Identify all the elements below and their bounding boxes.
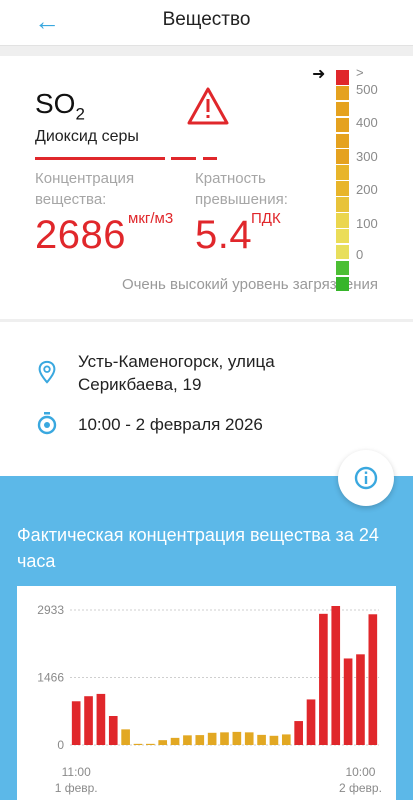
x-tick-label: 10:00 (345, 765, 375, 779)
stopwatch-icon (37, 412, 57, 435)
divider-line (35, 157, 165, 160)
scale-segment (336, 149, 349, 164)
chart-bar (269, 735, 279, 745)
chart-bar (195, 735, 205, 745)
scale-label: 100 (356, 216, 378, 231)
chart-title: Фактическая концентрация вещества за 24 … (17, 525, 379, 571)
chart-section: Фактическая концентрация вещества за 24 … (0, 476, 413, 800)
divider-line (203, 157, 217, 160)
scale-segment (336, 165, 349, 180)
concentration-label: Концентрация вещества: (35, 170, 135, 208)
chart-bar (306, 699, 316, 745)
y-tick-label: 1466 (37, 671, 64, 685)
chart-bar (343, 658, 353, 745)
chart-bar (71, 701, 81, 745)
chart-bar (170, 737, 180, 745)
page-title: Вещество (162, 9, 251, 30)
chart-bar (331, 605, 341, 745)
chart-bar (183, 735, 192, 745)
scale-segment (336, 260, 349, 276)
scale-label: 500 (356, 82, 378, 97)
scale-segment (336, 70, 349, 85)
scale-segment (336, 133, 349, 149)
app-bar: ← Вещество (0, 0, 413, 46)
scale-segment (336, 181, 349, 196)
substance-formula: SO2 (35, 88, 85, 124)
scale-label: > (356, 65, 364, 80)
scale-segment (336, 85, 349, 101)
chart-container: 2933 1466 0 11:00 1 февр. 10:00 2 февр. (17, 586, 396, 800)
chart-bar (84, 696, 93, 745)
address-text: Усть-Каменогорск, улица Серикбаева, 19 (78, 352, 275, 394)
scale-segment (336, 117, 349, 133)
chart-bar (207, 732, 217, 745)
info-button[interactable] (338, 450, 394, 506)
chart-bar (121, 729, 130, 745)
chart-bar (356, 654, 365, 745)
chart-bar (96, 693, 106, 745)
x-tick-date: 1 февр. (55, 781, 98, 795)
scale-segment (336, 228, 349, 244)
concentration-chart: 2933 1466 0 11:00 1 февр. 10:00 2 февр. (37, 603, 382, 795)
chart-bar (368, 614, 378, 745)
scale-segment (336, 276, 349, 292)
measurement-time: 10:00 - 2 февраля 2026 (78, 415, 263, 434)
arrow-right-icon: ➜ (312, 66, 326, 83)
info-icon (354, 466, 378, 490)
scale-label: 200 (356, 182, 378, 197)
pollution-level-text: Очень высокий уровень загрязнения (121, 276, 378, 293)
scale-segment (336, 244, 349, 260)
pollution-scale (336, 70, 349, 292)
chart-bar (108, 716, 118, 745)
scale-label: 300 (356, 149, 378, 164)
concentration-unit: мкг/м3 (128, 210, 174, 227)
y-tick-label: 2933 (37, 603, 64, 617)
chart-bar (133, 743, 143, 745)
divider-line (171, 157, 196, 160)
substance-name: Диоксид серы (35, 128, 139, 145)
chart-bar (294, 721, 303, 745)
exceedance-unit: ПДК (251, 210, 281, 227)
exceedance-label: Кратность превышения: (195, 170, 288, 208)
chart-bar (281, 734, 291, 745)
chart-bar (319, 613, 328, 745)
x-tick-date: 2 февр. (339, 781, 382, 795)
substance-card: SO2 Диоксид серы Концентрация вещества: … (0, 56, 413, 319)
chart-bar (244, 732, 254, 745)
chart-bar (257, 734, 266, 745)
y-tick-label: 0 (57, 738, 64, 752)
chart-bar (146, 743, 155, 745)
chart-bar (158, 740, 168, 745)
warning-triangle-icon (187, 87, 229, 125)
location-pin-icon (38, 360, 56, 384)
exceedance-value: 5.4 (195, 213, 253, 257)
x-tick-label: 11:00 (62, 765, 91, 779)
scale-segment (336, 213, 349, 228)
scale-segment (336, 101, 349, 117)
chart-bar (232, 731, 242, 745)
scale-label: 400 (356, 115, 378, 130)
concentration-value: 2686 (35, 213, 126, 257)
scale-label: 0 (356, 247, 364, 262)
chart-bar (220, 732, 229, 745)
scale-segment (336, 197, 349, 212)
